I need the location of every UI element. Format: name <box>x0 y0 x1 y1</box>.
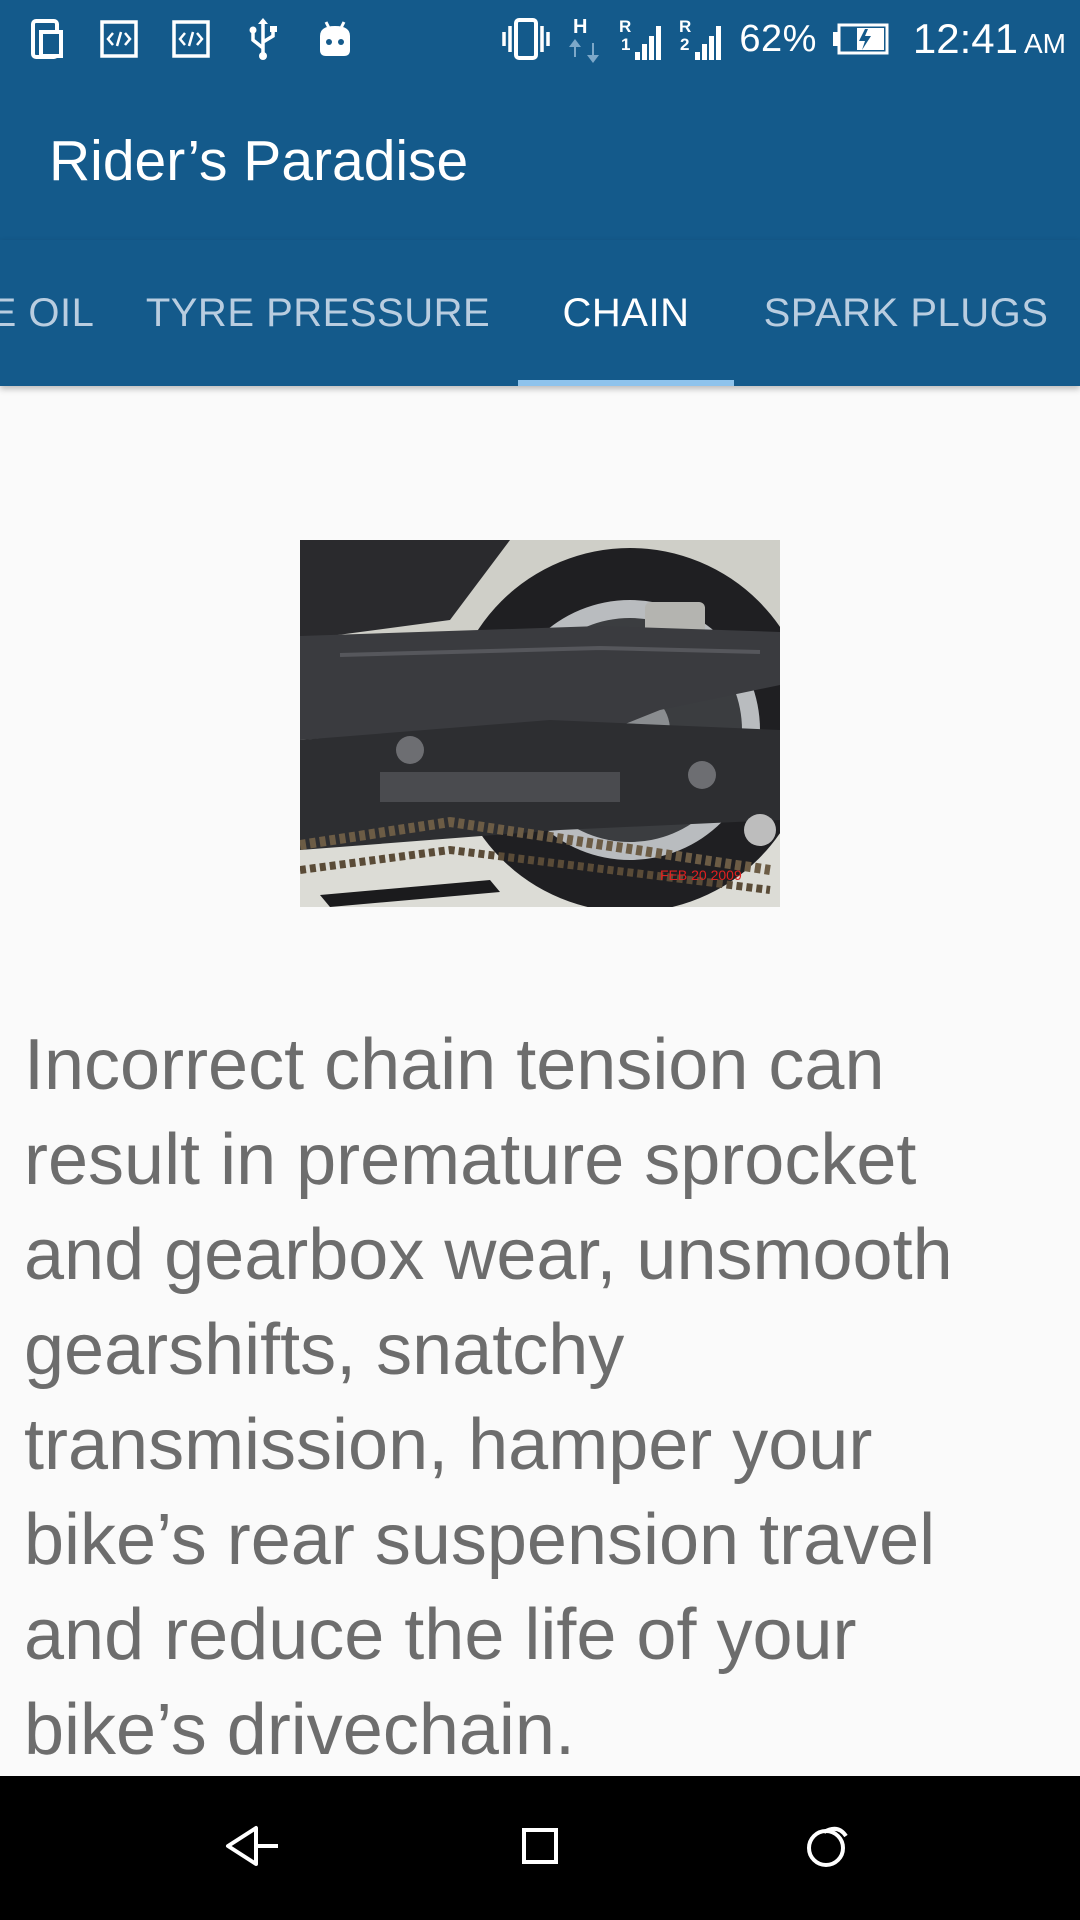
signal-r2-icon: R 2 <box>679 14 725 64</box>
image-date-stamp: FEB 20 2009 <box>660 867 742 883</box>
navigation-bar <box>0 1776 1080 1920</box>
network-h-icon: H <box>565 13 605 65</box>
phone-screen-icon <box>28 18 66 60</box>
home-button[interactable] <box>500 1808 580 1888</box>
recents-icon <box>804 1822 852 1875</box>
back-icon <box>222 1821 282 1876</box>
home-icon <box>520 1826 560 1871</box>
chain-description: Incorrect chain tension can result in pr… <box>24 1025 953 1770</box>
status-bar: H R 1 R 2 62% 12:41 AM <box>0 0 1080 78</box>
clock-time: 12:41 <box>912 15 1018 62</box>
svg-text:H: H <box>573 16 587 38</box>
app-title: Rider’s Paradise <box>49 129 469 193</box>
tab-chain[interactable]: CHAIN <box>518 240 734 386</box>
back-button[interactable] <box>212 1808 292 1888</box>
tab-tyre-pressure[interactable]: TYRE PRESSURE <box>132 240 504 386</box>
tab-bar: E OIL TYRE PRESSURE CHAIN SPARK PLUGS <box>0 240 1080 386</box>
vibrate-icon <box>501 16 551 62</box>
svg-text:R: R <box>679 17 691 36</box>
battery-percent: 62% <box>739 17 817 60</box>
svg-text:R: R <box>619 17 631 36</box>
svg-text:1: 1 <box>621 35 630 54</box>
usb-icon <box>244 18 282 60</box>
signal-r1-icon: R 1 <box>619 14 665 64</box>
code-icon <box>100 18 138 60</box>
chain-photo: FEB 20 2009 <box>299 540 812 912</box>
tab-engine-oil[interactable]: E OIL <box>0 240 112 386</box>
tab-spark-plugs[interactable]: SPARK PLUGS <box>752 240 1060 386</box>
status-bar-right-icons: H R 1 R 2 62% 12:41 AM <box>501 10 1066 68</box>
app-toolbar: Rider’s Paradise <box>0 78 1080 240</box>
recents-button[interactable] <box>788 1808 868 1888</box>
svg-text:2: 2 <box>680 35 689 54</box>
clock-ampm: AM <box>1024 28 1066 59</box>
code-icon <box>172 18 210 60</box>
android-icon <box>316 18 354 60</box>
status-clock: 12:41 AM <box>913 15 1066 63</box>
chain-page-content: FEB 20 2009 Incorrect chain tension can … <box>0 386 1080 1776</box>
status-bar-left-icons <box>28 14 354 64</box>
battery-charging-icon <box>831 22 891 56</box>
